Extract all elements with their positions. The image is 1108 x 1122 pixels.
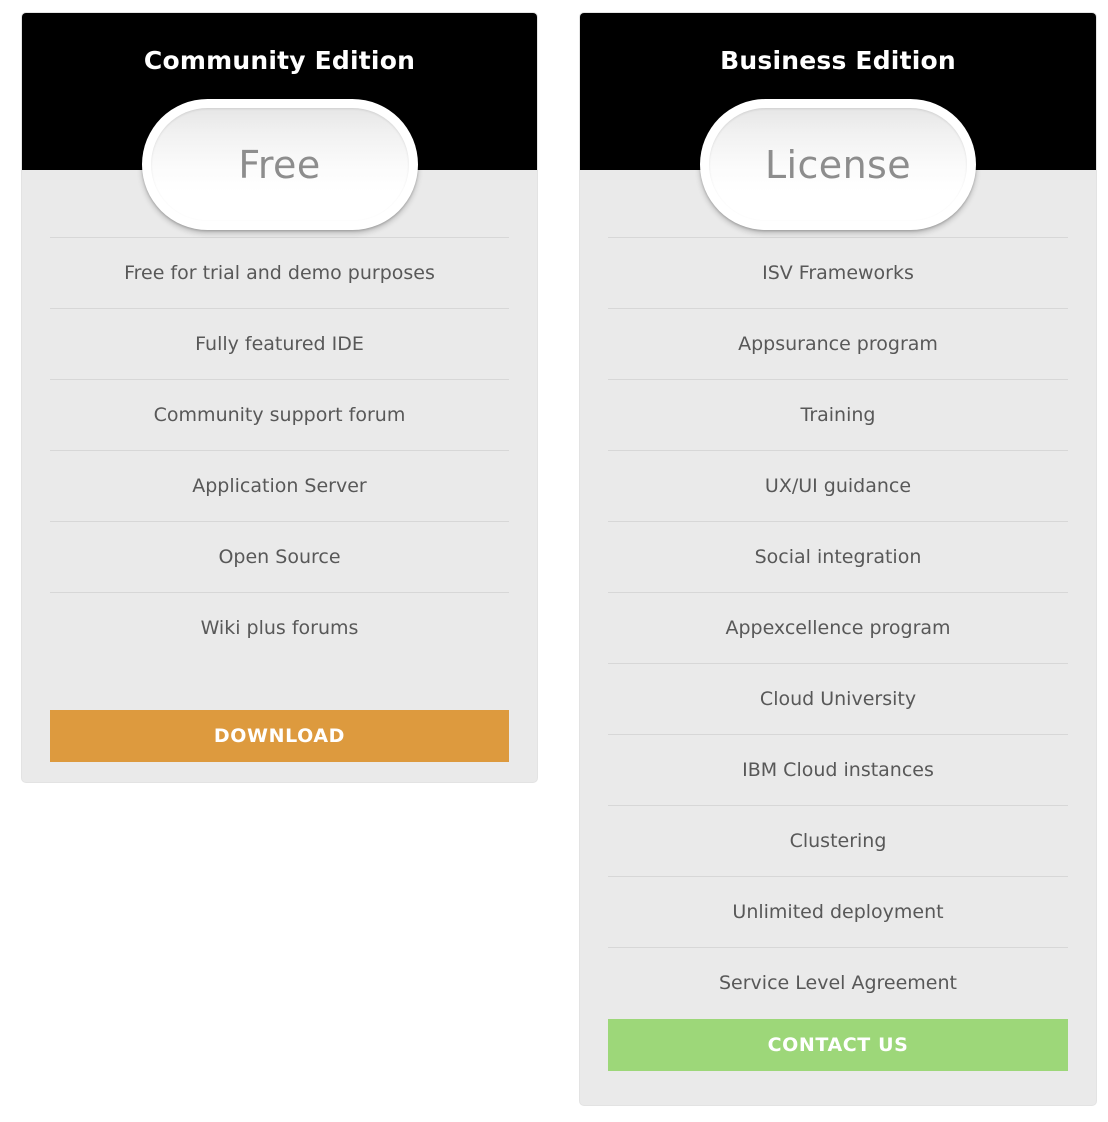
feature-item: Appexcellence program: [608, 592, 1068, 663]
plan-title-community: Community Edition: [143, 46, 416, 75]
pricing-card-business: Business Edition License ISV Frameworks …: [580, 13, 1096, 1105]
feature-item: Open Source: [50, 521, 509, 592]
feature-item: Application Server: [50, 450, 509, 521]
feature-item: Clustering: [608, 805, 1068, 876]
pricing-card-community: Community Edition Free Free for trial an…: [22, 13, 537, 782]
feature-item: IBM Cloud instances: [608, 734, 1068, 805]
feature-item: UX/UI guidance: [608, 450, 1068, 521]
feature-item: Cloud University: [608, 663, 1068, 734]
feature-item: ISV Frameworks: [608, 237, 1068, 308]
pricing-comparison: Community Edition Free Free for trial an…: [0, 0, 1108, 1122]
download-button[interactable]: DOWNLOAD: [50, 710, 509, 762]
feature-item: Unlimited deployment: [608, 876, 1068, 947]
feature-item: Social integration: [608, 521, 1068, 592]
feature-item: Community support forum: [50, 379, 509, 450]
contact-us-button[interactable]: CONTACT US: [608, 1019, 1068, 1071]
feature-item: Wiki plus forums: [50, 592, 509, 663]
feature-item: Free for trial and demo purposes: [50, 237, 509, 308]
price-label-business: License: [764, 142, 912, 187]
price-pill-community: Free: [141, 99, 418, 230]
feature-item: Fully featured IDE: [50, 308, 509, 379]
feature-item: Service Level Agreement: [608, 947, 1068, 1018]
feature-list-business: ISV Frameworks Appsurance program Traini…: [608, 237, 1068, 1018]
feature-list-community: Free for trial and demo purposes Fully f…: [50, 237, 509, 663]
plan-title-business: Business Edition: [720, 46, 956, 75]
feature-item: Appsurance program: [608, 308, 1068, 379]
feature-item: Training: [608, 379, 1068, 450]
price-label-community: Free: [238, 142, 321, 187]
price-pill-business: License: [700, 99, 976, 230]
